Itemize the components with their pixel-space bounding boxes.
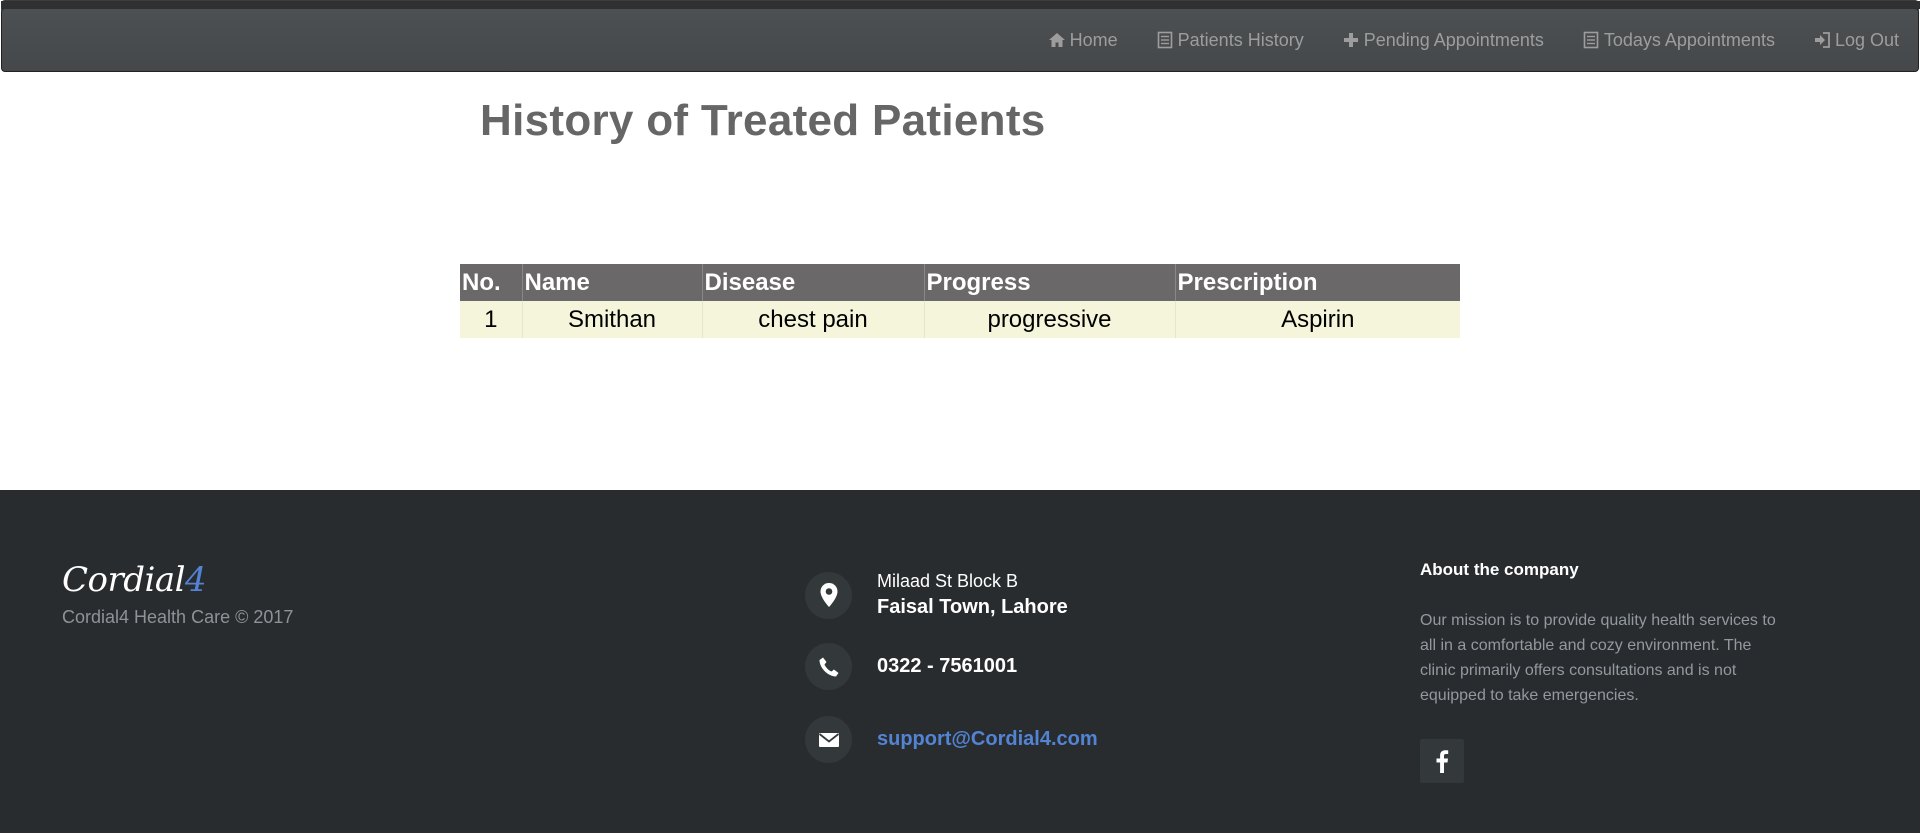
facebook-button[interactable] xyxy=(1420,739,1464,783)
column-header-prescription: Prescription xyxy=(1175,264,1460,301)
list-icon xyxy=(1582,31,1600,49)
table-header-row: No. Name Disease Progress Prescription xyxy=(460,264,1460,301)
cell-no: 1 xyxy=(460,301,523,338)
nav-item-label: Patients History xyxy=(1177,29,1304,50)
phone-icon xyxy=(805,643,852,690)
address-line-1: Milaad St Block B xyxy=(877,571,1019,591)
copyright-text: Cordial4 Health Care © 2017 xyxy=(62,607,294,627)
nav-menu: Home Patients History Pending Appointmen… xyxy=(1029,9,1918,71)
column-header-name: Name xyxy=(522,264,703,301)
nav-item-patients-history[interactable]: Patients History xyxy=(1137,9,1323,71)
address-line-2: Faisal Town, Lahore xyxy=(877,596,1068,618)
address-text: Milaad St Block B Faisal Town, Lahore xyxy=(877,571,1068,619)
table-row: 1 Smithan chest pain progressive Aspirin xyxy=(460,301,1460,338)
navbar-top-strip xyxy=(1,1,1920,9)
page-title: History of Treated Patients xyxy=(480,96,1046,145)
list-icon xyxy=(1156,31,1174,49)
nav-item-label: Pending Appointments xyxy=(1363,29,1544,50)
phone-row: 0322 - 7561001 xyxy=(805,643,1017,690)
cell-prescription: Aspirin xyxy=(1175,301,1460,338)
phone-number: 0322 - 7561001 xyxy=(877,655,1018,677)
email-row: support@Cordial4.com xyxy=(805,716,1098,763)
patients-history-table: No. Name Disease Progress Prescription 1… xyxy=(460,264,1460,338)
top-area: Home Patients History Pending Appointmen… xyxy=(0,0,1920,74)
cell-name: Smithan xyxy=(522,301,703,338)
nav-item-label: Log Out xyxy=(1834,29,1899,50)
navbar: Home Patients History Pending Appointmen… xyxy=(1,1,1920,72)
cell-progress: progressive xyxy=(924,301,1176,338)
nav-item-label: Todays Appointments xyxy=(1603,29,1775,50)
footer: Cordial4 Cordial4 Health Care © 2017 Mil… xyxy=(0,490,1920,833)
logo-text: Cordial xyxy=(62,560,186,600)
about-title: About the company xyxy=(1420,560,1579,579)
email-link[interactable]: support@Cordial4.com xyxy=(877,728,1098,751)
log-out-icon xyxy=(1813,31,1831,49)
envelope-icon xyxy=(805,716,852,763)
column-header-no: No. xyxy=(460,264,523,301)
nav-item-label: Home xyxy=(1069,29,1118,50)
plus-icon xyxy=(1342,31,1360,49)
column-header-disease: Disease xyxy=(702,264,925,301)
logo-accent: 4 xyxy=(185,560,207,600)
footer-logo[interactable]: Cordial4 xyxy=(62,560,207,600)
address-row: Milaad St Block B Faisal Town, Lahore xyxy=(805,571,1068,619)
nav-item-todays-appointments[interactable]: Todays Appointments xyxy=(1563,9,1794,71)
nav-item-pending-appointments[interactable]: Pending Appointments xyxy=(1323,9,1563,71)
cell-disease: chest pain xyxy=(702,301,925,338)
home-icon xyxy=(1048,31,1066,49)
nav-item-log-out[interactable]: Log Out xyxy=(1794,9,1918,71)
column-header-progress: Progress xyxy=(924,264,1176,301)
about-text: Our mission is to provide quality health… xyxy=(1420,612,1776,704)
map-marker-icon xyxy=(805,571,852,619)
nav-item-home[interactable]: Home xyxy=(1029,9,1137,71)
facebook-icon xyxy=(1436,750,1449,773)
